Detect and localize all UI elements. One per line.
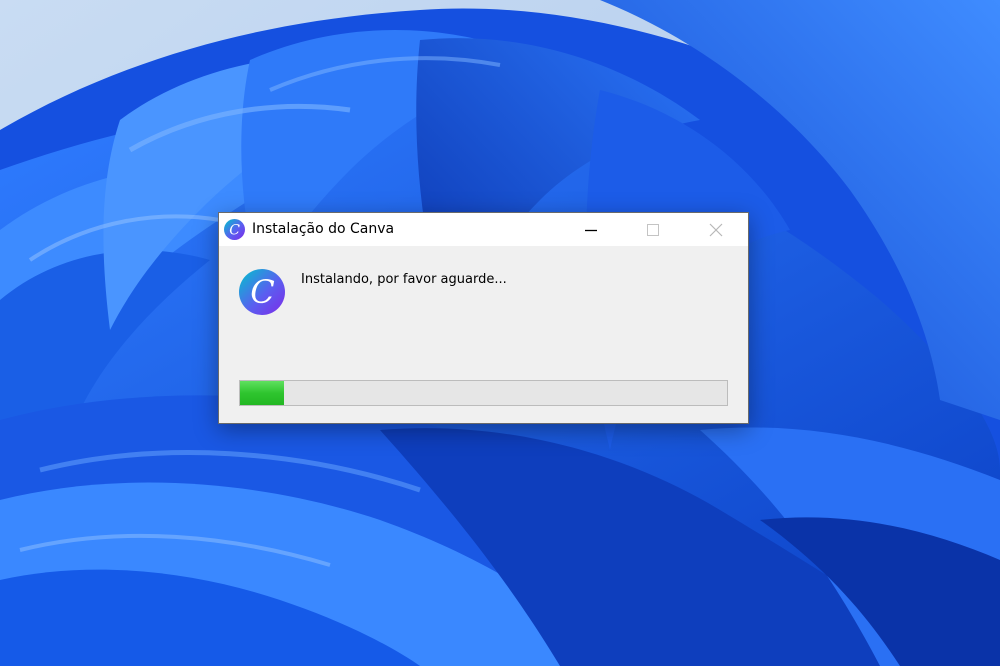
progress-fill xyxy=(240,381,284,405)
minimize-button[interactable] xyxy=(560,213,622,246)
title-logo-letter: C xyxy=(229,222,240,238)
content-logo-letter: C xyxy=(250,273,274,311)
desktop: C Instalação do Canva C Instalando, por … xyxy=(0,0,1000,666)
install-status-message: Instalando, por favor aguarde... xyxy=(301,272,507,287)
canva-app-icon: C xyxy=(239,269,285,315)
install-progress-bar xyxy=(239,380,728,406)
maximize-button[interactable] xyxy=(622,213,684,246)
minimize-icon xyxy=(585,229,597,232)
close-icon xyxy=(709,223,723,237)
canva-logo-icon: C xyxy=(224,219,245,240)
installer-dialog: C Instalação do Canva C Instalando, por … xyxy=(218,212,749,424)
title-bar[interactable]: C Instalação do Canva xyxy=(219,213,748,246)
window-title: Instalação do Canva xyxy=(252,221,395,237)
maximize-icon xyxy=(647,224,659,236)
close-button[interactable] xyxy=(685,213,747,246)
